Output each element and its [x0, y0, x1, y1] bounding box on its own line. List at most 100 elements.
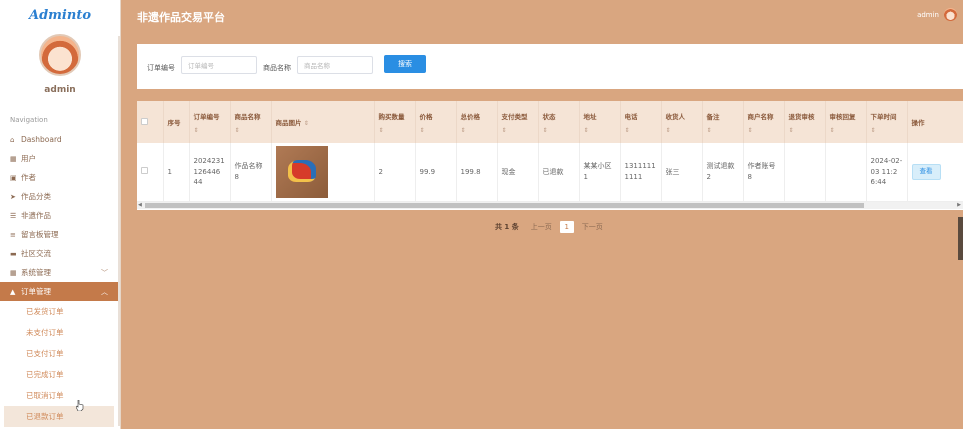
- scroll-right-icon[interactable]: ▶: [957, 202, 961, 208]
- sidebar-subitem-unpaid[interactable]: 未支付订单: [0, 322, 120, 343]
- id-card-icon: ▣: [10, 173, 17, 182]
- order-no-label: 订单编号: [147, 64, 175, 72]
- column-header[interactable]: 备注 ⇕: [702, 101, 744, 143]
- chevron-down-icon: ﹀: [101, 268, 108, 277]
- cell-product-image: [271, 143, 375, 202]
- sidebar-subitem-refunded[interactable]: 已退款订单: [4, 406, 114, 427]
- cell-price: 99.9: [415, 143, 457, 202]
- row-checkbox[interactable]: [141, 166, 148, 174]
- sidebar-subitem-cancelled[interactable]: 已取消订单: [0, 385, 120, 406]
- select-all-cell[interactable]: [137, 101, 164, 143]
- sidebar-item-authors[interactable]: ▣ 作者: [0, 168, 120, 187]
- cell-status: 已退款: [538, 143, 580, 202]
- profile: admin: [0, 34, 120, 95]
- sort-icon: ⇕: [460, 126, 466, 134]
- cell-receiver: 张三: [661, 143, 703, 202]
- column-header[interactable]: 购买数量 ⇕: [374, 101, 416, 143]
- search-panel: 订单编号 订单编号 商品名称 商品名称 搜索: [137, 44, 963, 89]
- cell-merchant: 作者账号8: [743, 143, 785, 202]
- orders-table: 序号 订单编号 ⇕ 商品名称 ⇕ 商品图片 ⇕ 购买数量 ⇕ 价格 ⇕ 总价格 ⇕ 支付类…: [137, 101, 963, 202]
- sliders-icon: ☰: [10, 211, 17, 220]
- column-header[interactable]: 商品图片 ⇕: [271, 101, 375, 143]
- top-header: 非遗作品交易平台 admin: [121, 0, 963, 34]
- column-header[interactable]: 订单编号 ⇕: [189, 101, 231, 143]
- column-header[interactable]: 商户名称 ⇕: [743, 101, 785, 143]
- column-header: 操作: [907, 101, 963, 143]
- column-header[interactable]: 审核回复 ⇕: [825, 101, 867, 143]
- row-select-cell[interactable]: [137, 143, 164, 202]
- cell-quantity: 2: [374, 143, 416, 202]
- select-all-checkbox[interactable]: [141, 117, 148, 125]
- column-header[interactable]: 价格 ⇕: [415, 101, 457, 143]
- sort-icon: ⇕: [378, 126, 384, 134]
- sidebar-subitem-shipped[interactable]: 已发货订单: [0, 301, 120, 322]
- product-thumbnail[interactable]: [275, 145, 328, 198]
- column-header[interactable]: 收货人 ⇕: [661, 101, 703, 143]
- column-header[interactable]: 下单时间 ⇕: [866, 101, 908, 143]
- cell-order-no: 2024231126446 44: [189, 143, 231, 202]
- profile-name: admin: [44, 85, 76, 95]
- cell-total: 199.8: [456, 143, 498, 202]
- sort-icon: ⇕: [870, 126, 876, 134]
- sidebar-item-orders[interactable]: ▲ 订单管理 ︿: [0, 282, 120, 301]
- sidebar-item-works[interactable]: ☰ 非遗作品: [0, 206, 120, 225]
- sort-icon: ⇕: [419, 126, 425, 134]
- sidebar-item-label: 订单管理: [21, 287, 51, 296]
- cell-order-time: 2024-02-03 11:26:44: [866, 143, 908, 202]
- column-header[interactable]: 退货审核 ⇕: [784, 101, 826, 143]
- sort-icon: ⇕: [747, 126, 753, 134]
- sidebar-item-label: Dashboard: [21, 135, 62, 144]
- scroll-left-icon[interactable]: ◀: [138, 202, 142, 208]
- scrollbar-thumb[interactable]: [145, 203, 864, 208]
- cell-address: 某某小区1: [579, 143, 621, 202]
- sidebar-item-users[interactable]: ▦ 用户: [0, 149, 120, 168]
- cell-product-name: 作品名称8: [230, 143, 272, 202]
- sort-icon: ⇕: [542, 126, 548, 134]
- avatar[interactable]: [39, 34, 81, 76]
- column-header[interactable]: 状态 ⇕: [538, 101, 580, 143]
- order-no-input[interactable]: 订单编号: [181, 56, 257, 74]
- page-scrollbar[interactable]: [958, 217, 963, 260]
- view-button[interactable]: 查看: [911, 163, 941, 180]
- prev-page-button[interactable]: 上一页: [531, 222, 552, 232]
- sort-icon: ⇕: [624, 126, 630, 134]
- sidebar-item-messages[interactable]: ≡ 留言板管理: [0, 225, 120, 244]
- search-button[interactable]: 搜索: [384, 55, 426, 73]
- table-row: 1 2024231126446 44 作品名称8 2 99.9 199.8 现金…: [137, 143, 963, 202]
- horizontal-scrollbar[interactable]: ◀ ▶: [137, 202, 963, 209]
- sidebar-subitem-paid[interactable]: 已支付订单: [0, 343, 120, 364]
- cell-index: 1: [163, 143, 190, 202]
- column-header[interactable]: 电话 ⇕: [620, 101, 662, 143]
- sidebar: Adminto admin Navigation ⌂ Dashboard ▦ 用户 …: [0, 0, 121, 429]
- product-name-input[interactable]: 商品名称: [297, 56, 373, 74]
- header-username[interactable]: admin: [917, 11, 939, 19]
- send-icon: ➤: [10, 192, 16, 201]
- sidebar-item-label: 非遗作品: [21, 211, 51, 220]
- header-avatar[interactable]: [944, 8, 957, 21]
- sidebar-item-system[interactable]: ▦ 系统管理 ﹀: [0, 263, 120, 282]
- user-icon: ▲: [10, 287, 16, 296]
- sidebar-item-categories[interactable]: ➤ 作品分类: [0, 187, 120, 206]
- column-header[interactable]: 地址 ⇕: [579, 101, 621, 143]
- page-title: 非遗作品交易平台: [137, 11, 225, 24]
- sidebar-subitem-completed[interactable]: 已完成订单: [0, 364, 120, 385]
- sidebar-item-label: 用户: [21, 154, 36, 163]
- sidebar-item-label: 留言板管理: [21, 230, 59, 239]
- column-header[interactable]: 商品名称 ⇕: [230, 101, 272, 143]
- sidebar-item-dashboard[interactable]: ⌂ Dashboard: [0, 130, 120, 149]
- cell-remark: 测试退款2: [702, 143, 744, 202]
- app-logo[interactable]: Adminto: [0, 0, 120, 30]
- sidebar-item-community[interactable]: ▬ 社区交流: [0, 244, 120, 263]
- mouse-pointer-icon: [76, 400, 84, 411]
- next-page-button[interactable]: 下一页: [582, 222, 603, 232]
- pagination: 共 1 条 上一页 1 下一页: [495, 221, 603, 233]
- sidebar-scrollbar[interactable]: [118, 36, 120, 426]
- column-header[interactable]: 总价格 ⇕: [456, 101, 498, 143]
- column-header[interactable]: 支付类型 ⇕: [497, 101, 539, 143]
- orders-table-panel: 序号 订单编号 ⇕ 商品名称 ⇕ 商品图片 ⇕ 购买数量 ⇕ 价格 ⇕ 总价格 ⇕ 支付类…: [137, 101, 963, 210]
- total-count: 共 1 条: [495, 223, 519, 231]
- sort-icon: ⇕: [193, 126, 199, 134]
- page-number[interactable]: 1: [559, 221, 574, 233]
- cell-phone: 13111111111: [620, 143, 662, 202]
- sort-icon: ⇕: [583, 126, 589, 134]
